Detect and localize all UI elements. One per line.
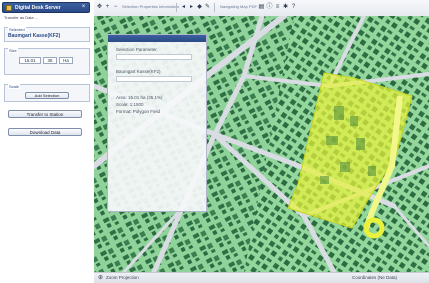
scale-group: Scale Add Selection <box>4 84 90 102</box>
dialog-field[interactable] <box>116 76 192 82</box>
panel-titlebar[interactable]: Digital Desk Server × <box>2 2 90 13</box>
download-button[interactable]: Download Data <box>8 128 82 136</box>
toolbar-nav-text: Navigating Map PDF 10 <box>220 4 263 9</box>
status-left: Zoom Projection <box>106 275 139 280</box>
selection-info-dialog: Selection Parameter Baumgart Kasse(KF2) … <box>107 34 207 212</box>
size-group-label: Size <box>8 48 18 53</box>
dialog-line: Baumgart Kasse(KF2) <box>116 69 161 74</box>
forward-icon[interactable]: ▸ <box>188 4 195 11</box>
dialog-field[interactable] <box>116 54 192 60</box>
dialog-line: Selection Parameter <box>116 47 157 52</box>
status-bar: ⊕ Zoom Projection Coordinates (Ne Data) <box>94 272 429 283</box>
back-icon[interactable]: ◂ <box>180 4 187 11</box>
map-toolbar: ✥ + − Selection Properties Information ◂… <box>94 0 429 17</box>
size-field-a[interactable]: 15.01 <box>19 57 41 64</box>
select-icon[interactable]: ◆ <box>196 4 203 11</box>
toolbar-separator <box>176 3 177 12</box>
status-right: Coordinates (Ne Data) <box>352 275 398 280</box>
close-icon[interactable]: × <box>80 4 87 11</box>
settings-icon[interactable]: ✱ <box>282 4 289 11</box>
scale-group-label: Scale <box>8 84 21 89</box>
selected-group-label: Selected <box>8 27 26 32</box>
add-selection-button[interactable]: Add Selection <box>25 92 69 99</box>
selected-value: Baumgart Kasse(KF2) <box>8 33 61 39</box>
dialog-header[interactable] <box>108 35 206 42</box>
dialog-line: Area: 15.01 ha (35.1%) <box>116 95 163 100</box>
measure-icon[interactable]: ✎ <box>204 4 211 11</box>
transfer-button[interactable]: Transfer to Station <box>8 110 82 118</box>
toolbar-menu-text[interactable]: Selection Properties Information <box>122 4 179 9</box>
panel-title: Digital Desk Server <box>15 5 61 11</box>
left-panel: Digital Desk Server × Transfer as Data .… <box>0 0 95 282</box>
info-icon[interactable]: ⓘ <box>266 4 273 11</box>
layers-icon[interactable]: ≡ <box>274 4 281 11</box>
selected-group: Selected Baumgart Kasse(KF2) <box>4 27 90 42</box>
size-group: Size 15.01 35 Ha <box>4 48 90 75</box>
pan-icon[interactable]: ✥ <box>96 4 103 11</box>
app-icon <box>6 5 12 11</box>
size-field-b[interactable]: 35 <box>43 57 57 64</box>
dialog-line: Format: Polygon Field <box>116 109 161 114</box>
panel-subtitle: Transfer as Data ... <box>4 15 39 20</box>
dialog-line: Scale: 1:1500 <box>116 102 144 107</box>
zoom-icon[interactable]: ⊕ <box>98 274 103 282</box>
zoom-in-icon[interactable]: + <box>104 4 111 11</box>
zoom-out-icon[interactable]: − <box>112 4 119 11</box>
print-icon[interactable]: ▤ <box>258 4 265 11</box>
application-window: Digital Desk Server × Transfer as Data .… <box>0 0 429 283</box>
toolbar-separator <box>214 3 215 12</box>
help-icon[interactable]: ? <box>290 4 297 11</box>
size-field-c[interactable]: Ha <box>59 57 73 64</box>
